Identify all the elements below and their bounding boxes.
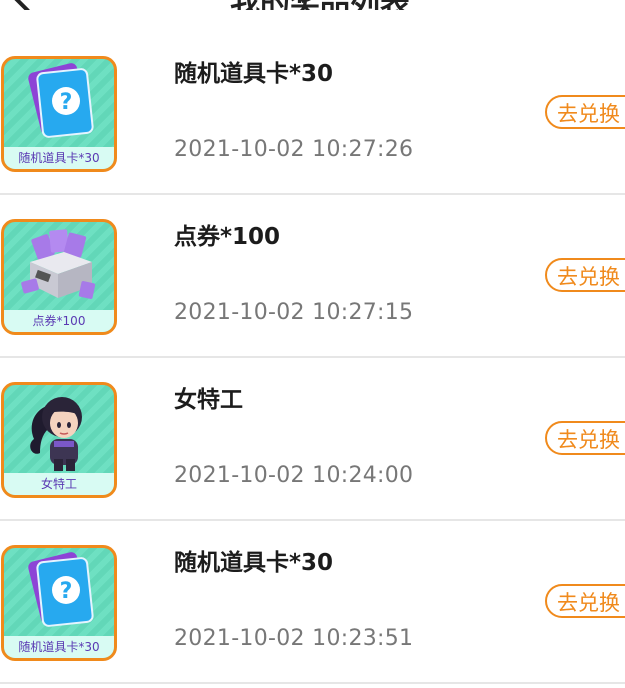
back-arrow-icon[interactable] [11, 0, 43, 10]
list-item: 点券*100 点券*100 2021-10-02 10:27:15 去兑换 [0, 195, 625, 358]
redeem-button[interactable]: 去兑换 [545, 258, 625, 292]
svg-text:?: ? [60, 90, 73, 115]
item-timestamp: 2021-10-02 10:24:00 [174, 463, 414, 488]
female-agent-icon [30, 397, 82, 471]
page-title: 我的奖品列表 [230, 0, 410, 10]
item-timestamp: 2021-10-02 10:23:51 [174, 626, 414, 651]
item-thumbnail: ? 随机道具卡*30 [1, 545, 117, 661]
list-item: ? 随机道具卡*30 随机道具卡*30 2021-10-02 10:23:51 … [0, 521, 625, 684]
item-name: 随机道具卡*30 [174, 61, 334, 87]
item-timestamp: 2021-10-02 10:27:15 [174, 300, 414, 325]
item-timestamp: 2021-10-02 10:27:26 [174, 137, 414, 162]
coupon-box-icon [21, 229, 96, 299]
svg-text:?: ? [60, 579, 73, 604]
thumbnail-caption: 随机道具卡*30 [4, 147, 114, 169]
redeem-button[interactable]: 去兑换 [545, 584, 625, 618]
item-thumbnail: 女特工 [1, 382, 117, 498]
thumbnail-caption: 女特工 [4, 473, 114, 495]
item-name: 女特工 [174, 387, 243, 413]
item-name: 随机道具卡*30 [174, 550, 334, 576]
thumbnail-caption: 随机道具卡*30 [4, 636, 114, 658]
list-item: 女特工 女特工 2021-10-02 10:24:00 去兑换 [0, 358, 625, 521]
item-thumbnail: ? 随机道具卡*30 [1, 56, 117, 172]
prize-list: ? 随机道具卡*30 随机道具卡*30 2021-10-02 10:27:26 … [0, 32, 625, 684]
header: 我的奖品列表 [0, 0, 625, 10]
redeem-button[interactable]: 去兑换 [545, 421, 625, 455]
list-item: ? 随机道具卡*30 随机道具卡*30 2021-10-02 10:27:26 … [0, 32, 625, 195]
random-card-icon: ? [28, 552, 94, 627]
item-name: 点券*100 [174, 224, 281, 250]
random-card-icon: ? [28, 63, 94, 138]
redeem-button[interactable]: 去兑换 [545, 95, 625, 129]
item-thumbnail: 点券*100 [1, 219, 117, 335]
thumbnail-caption: 点券*100 [4, 310, 114, 332]
